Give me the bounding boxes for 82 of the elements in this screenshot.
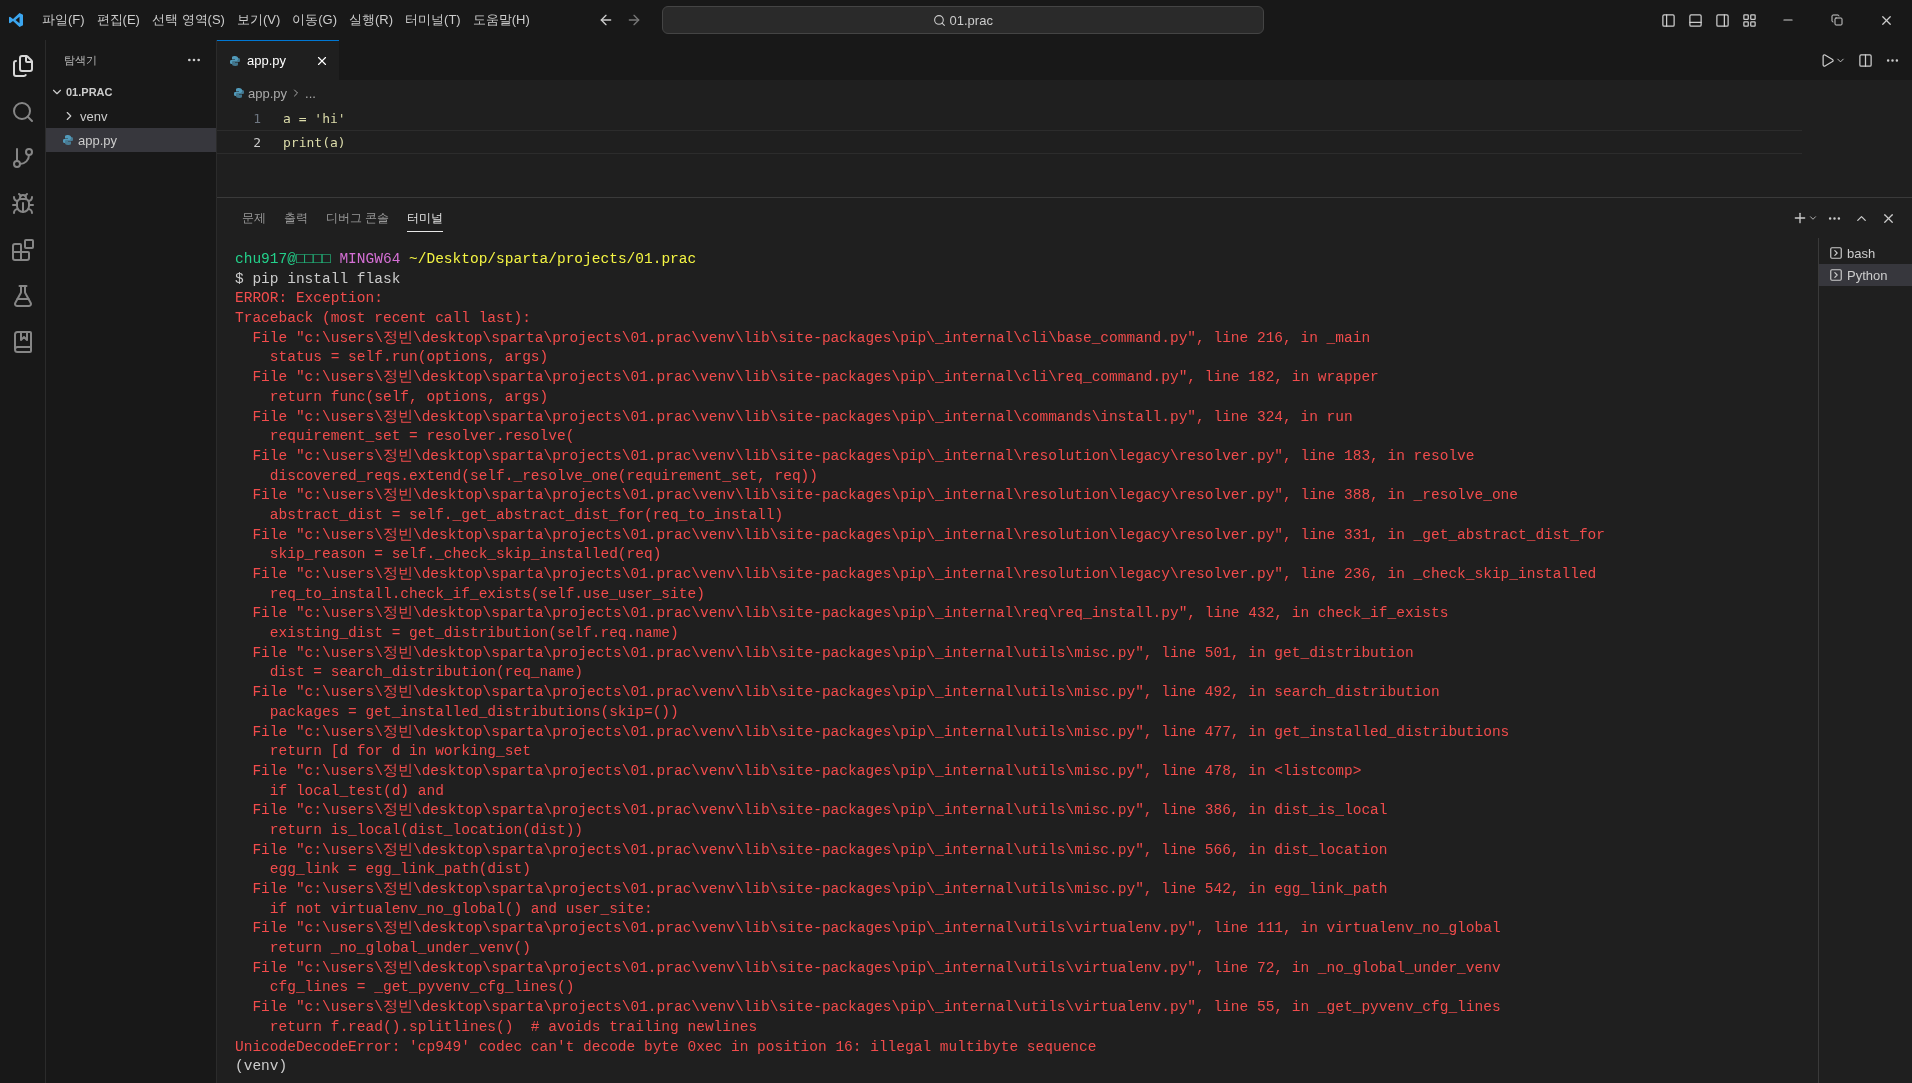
menu-item[interactable]: 파일(F): [36, 11, 91, 29]
terminal-user: chu917@□□□□: [235, 251, 331, 267]
folder-header[interactable]: 01.PRAC: [66, 86, 113, 98]
terminal-line: File "c:\users\정빈\desktop\sparta\projects\01.prac\venv\lib\site-packages\pip\_internal\utils\misc.py", line 386, in dist_is_local: [251, 802, 1388, 819]
line-number: 2: [252, 134, 262, 150]
terminal-line: File "c:\users\정빈\desktop\sparta\projects\01.prac\venv\lib\site-packages\pip\_internal\cli\req_command.py", line 182, in wrapper: [251, 369, 1379, 386]
menu-item[interactable]: 보기(V): [230, 11, 287, 29]
tree-item[interactable]: app.py: [46, 128, 216, 152]
code-line: a = 'hi': [283, 110, 346, 126]
terminal-line: return [d for d in working_set: [268, 743, 531, 760]
source-control-icon[interactable]: [10, 146, 35, 170]
python-file-icon: [229, 54, 241, 67]
panel-tab[interactable]: 문제: [242, 204, 266, 232]
menu-item[interactable]: 실행(R): [343, 11, 400, 29]
terminal-line: if not virtualenv_no_global() and user_site:: [268, 900, 653, 917]
terminal-line: File "c:\users\정빈\desktop\sparta\projects\01.prac\venv\lib\site-packages\pip\_internal\cli\base_command.py", line 216, in _main: [251, 329, 1371, 346]
terminal-line: File "c:\users\정빈\desktop\sparta\projects\01.prac\venv\lib\site-packages\pip\_internal\utils\misc.py", line 478, in <listcomp>: [251, 762, 1362, 779]
menu-item[interactable]: 이동(G): [286, 11, 344, 29]
terminal-line: requirement_set = resolver.resolve(: [268, 428, 575, 445]
terminal-list-item[interactable]: Python: [1819, 264, 1912, 286]
terminal-line: File "c:\users\정빈\desktop\sparta\projects\01.prac\venv\lib\site-packages\pip\_internal\utils\misc.py", line 542, in egg_link_path: [251, 881, 1388, 897]
terminal-icon: [1829, 268, 1843, 282]
panel-tab[interactable]: 터미널: [407, 204, 444, 232]
terminal-line: ERROR: Exception:: [235, 290, 383, 307]
terminal-line: abstract_dist = self._get_abstract_dist_for(req_to_install): [268, 506, 784, 523]
menu-item[interactable]: 선택 영역(S): [145, 11, 231, 29]
terminal-line: File "c:\users\정빈\desktop\sparta\projects\01.prac\venv\lib\site-packages\pip\_internal\utils\virtualenv.py", line 111, in virtualenv_no_global: [251, 920, 1501, 937]
terminal-line: File "c:\users\정빈\desktop\sparta\projects\01.prac\venv\lib\site-packages\pip\_internal\utils\misc.py", line 566, in dist_location: [251, 841, 1388, 858]
search-icon[interactable]: [10, 100, 35, 124]
terminal-line: return _no_global_under_venv(): [268, 940, 531, 957]
terminal-line: File "c:\users\정빈\desktop\sparta\projects\01.prac\venv\lib\site-packages\pip\_internal\resolution\legacy\resolver.py", line 331, in _get_abstract_dist_for: [251, 526, 1606, 543]
terminal-line: egg_link = egg_link_path(dist): [268, 861, 531, 878]
terminal-line: return is_local(dist_location(dist)): [268, 821, 584, 838]
terminal-line: return f.read().splitlines() # avoids trailing newlines: [268, 1018, 758, 1035]
run-debug-icon[interactable]: [10, 192, 35, 216]
terminal-line: Traceback (most recent call last):: [235, 310, 531, 327]
terminal-line: File "c:\users\정빈\desktop\sparta\projects\01.prac\venv\lib\site-packages\pip\_internal\commands\install.py", line 324, in run: [251, 408, 1353, 425]
terminal-host: MINGW64: [339, 251, 401, 267]
python-file-icon: [233, 87, 245, 99]
terminal-line: $ pip install flask: [235, 270, 401, 287]
extensions-icon[interactable]: [10, 238, 35, 262]
menu-item[interactable]: 도움말(H): [466, 11, 536, 29]
breadcrumb-item[interactable]: ...: [305, 85, 316, 101]
terminal-list-item[interactable]: bash: [1819, 242, 1912, 264]
code-line: print(a): [283, 134, 346, 150]
terminal-line: File "c:\users\정빈\desktop\sparta\projects\01.prac\venv\lib\site-packages\pip\_internal\resolution\legacy\resolver.py", line 183, in resolve: [251, 447, 1475, 464]
terminal-line: File "c:\users\정빈\desktop\sparta\projects\01.prac\venv\lib\site-packages\pip\_internal\req\req_install.py", line 432, in check_if_exists: [251, 605, 1449, 622]
command-center[interactable]: 01.prac: [661, 6, 1264, 34]
breadcrumb-item[interactable]: app.py: [248, 85, 288, 101]
terminal-line: return func(self, options, args): [268, 388, 549, 405]
app-logo-icon: [8, 12, 24, 28]
terminal-line: File "c:\users\정빈\desktop\sparta\projects\01.prac\venv\lib\site-packages\pip\_internal\utils\misc.py", line 477, in get_installed_distributions: [251, 723, 1510, 740]
terminal-line: File "c:\users\정빈\desktop\sparta\projects\01.prac\venv\lib\site-packages\pip\_internal\resolution\legacy\resolver.py", line 388, in _resolve_one: [251, 487, 1518, 504]
search-icon: [932, 13, 946, 27]
menu-item[interactable]: 편집(E): [90, 11, 146, 29]
terminal-line: File "c:\users\정빈\desktop\sparta\projects\01.prac\venv\lib\site-packages\pip\_internal\utils\misc.py", line 501, in get_distribution: [251, 644, 1414, 661]
tree-item[interactable]: venv: [46, 104, 216, 128]
terminal-line: cfg_lines = _get_pyvenv_cfg_lines(): [268, 979, 575, 996]
sidebar-title: 탐색기: [64, 52, 97, 68]
terminal-line: packages = get_installed_distributions(skip=()): [268, 703, 679, 720]
menu-item[interactable]: 터미널(T): [399, 11, 467, 29]
terminal-line: (venv): [235, 1058, 288, 1075]
terminal-line: UnicodeDecodeError: 'cp949' codec can't decode byte 0xec in position 16: illegal multibyte sequence: [235, 1038, 1097, 1055]
terminal-icon: [1829, 246, 1843, 260]
terminal-line: File "c:\users\정빈\desktop\sparta\projects\01.prac\venv\lib\site-packages\pip\_internal\utils\misc.py", line 492, in search_distribution: [251, 684, 1440, 701]
terminal-line: File "c:\users\정빈\desktop\sparta\projects\01.prac\venv\lib\site-packages\pip\_internal\resolution\legacy\resolver.py", line 236, in _check_skip_installed: [251, 566, 1597, 582]
python-file-icon: [62, 134, 74, 146]
panel-tab[interactable]: 디버그 콘솔: [326, 204, 390, 232]
terminal-line: skip_reason = self._check_skip_installed(req): [268, 546, 662, 563]
terminal-line: if local_test(d) and: [268, 782, 444, 799]
terminal-line: discovered_reqs.extend(self._resolve_one(requirement_set, req)): [268, 467, 818, 484]
explorer-icon[interactable]: [10, 54, 35, 78]
terminal-path: ~/Desktop/sparta/projects/01.prac: [409, 251, 697, 267]
terminal-line: dist = search_distribution(req_name): [268, 664, 584, 681]
terminal-line: File "c:\users\정빈\desktop\sparta\projects\01.prac\venv\lib\site-packages\pip\_internal\utils\virtualenv.py", line 55, in _get_pyvenv_cfg_lines: [251, 999, 1501, 1016]
terminal-line: existing_dist = get_distribution(self.req.name): [268, 625, 679, 642]
line-number: 1: [252, 110, 262, 126]
panel-tab[interactable]: 출력: [284, 204, 308, 232]
terminal-line: status = self.run(options, args): [268, 349, 549, 366]
editor-tab[interactable]: app.py: [217, 40, 339, 80]
terminal-line: File "c:\users\정빈\desktop\sparta\projects\01.prac\venv\lib\site-packages\pip\_internal\utils\virtualenv.py", line 72, in _no_global_under_venv: [251, 959, 1501, 976]
terminal-line: req_to_install.check_if_exists(self.use_user_site): [268, 585, 705, 602]
